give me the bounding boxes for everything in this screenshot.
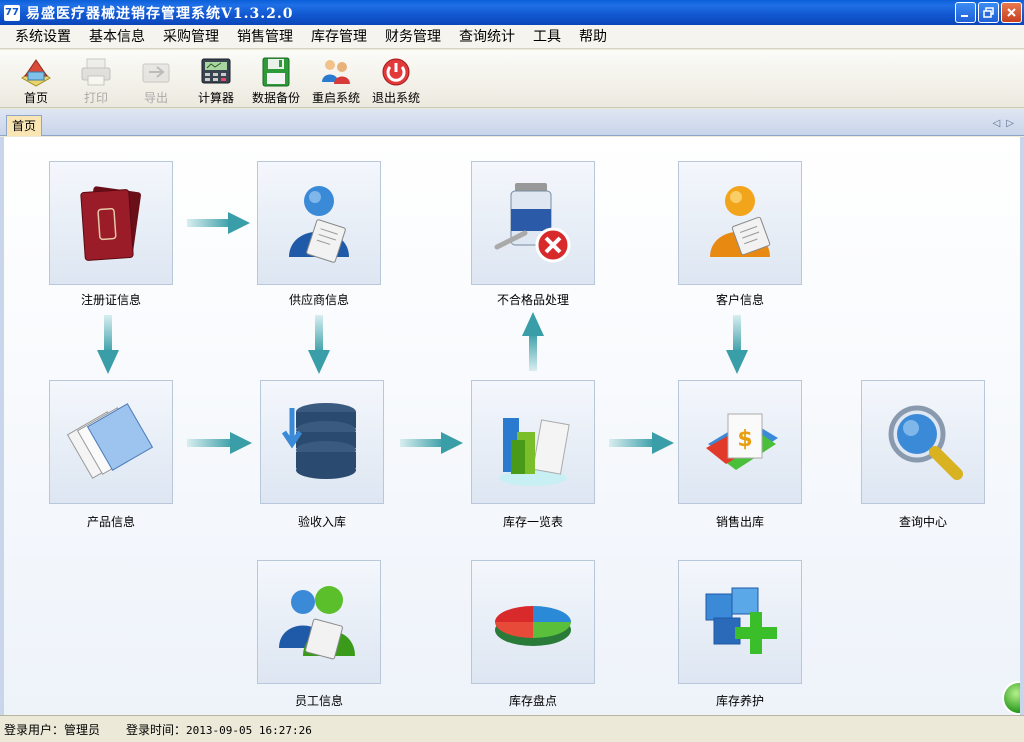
window-title: 易盛医疗器械进销存管理系统V1.3.2.0	[26, 5, 294, 22]
menu-bar: 系统设置 基本信息 采购管理 销售管理 库存管理 财务管理 查询统计 工具 帮助	[0, 25, 1024, 49]
magnifier-icon	[888, 405, 963, 480]
product-label: 产品信息	[86, 515, 135, 529]
pie-chart-icon	[495, 606, 571, 646]
restore-icon	[983, 7, 994, 18]
sales-out-tile[interactable]: $	[678, 380, 802, 504]
receiving-tile[interactable]	[260, 380, 384, 504]
printer-icon	[79, 56, 113, 88]
inventory-list-label: 库存一览表	[502, 515, 563, 529]
menu-tools[interactable]: 工具	[524, 25, 570, 49]
close-icon	[1007, 8, 1016, 17]
supplier-tile[interactable]	[257, 161, 381, 285]
title-bar: 77 易盛医疗器械进销存管理系统V1.3.2.0	[0, 0, 1024, 25]
inventory-chart-icon	[499, 418, 570, 486]
menu-help[interactable]: 帮助	[570, 25, 616, 49]
arrow-inventory-to-sales	[609, 432, 674, 454]
customer-label: 客户信息	[715, 293, 764, 307]
employee-tile[interactable]	[257, 560, 381, 684]
registration-tile[interactable]	[49, 161, 173, 285]
supplier-user-icon	[289, 186, 349, 263]
database-icon	[281, 403, 356, 479]
tab-scroll-right-icon[interactable]: ▷	[1006, 118, 1014, 129]
login-time: 登录时间：2013-09-05 16:27:26	[126, 722, 312, 737]
close-button[interactable]	[1001, 2, 1022, 23]
minimize-button[interactable]	[955, 2, 976, 23]
inventory-list-tile[interactable]	[471, 380, 595, 504]
arrow-product-to-receiving	[187, 432, 252, 454]
tab-strip: 首页 ◁ ▷	[0, 109, 1024, 136]
product-tile[interactable]	[49, 380, 173, 504]
calculator-button[interactable]: 计算器	[186, 50, 246, 108]
defective-label: 不合格品处理	[496, 293, 569, 307]
app-icon[interactable]: 77	[4, 4, 20, 21]
menu-purchase[interactable]: 采购管理	[154, 25, 228, 49]
registration-label: 注册证信息	[80, 293, 141, 307]
stocktake-label: 库存盘点	[508, 694, 557, 708]
customer-user-icon	[710, 186, 771, 257]
employee-label: 员工信息	[294, 694, 343, 708]
tab-home[interactable]: 首页	[6, 115, 42, 136]
minimize-icon	[961, 15, 968, 17]
home-button[interactable]: 首页	[6, 50, 66, 108]
sales-out-label: 销售出库	[715, 515, 764, 529]
workflow-panel: 注册证信息 供应商信息 不合格品处理 客户信息 产品信息 验收入库 库存一览表 …	[0, 137, 1024, 715]
certificate-icon	[80, 186, 141, 261]
supplier-label: 供应商信息	[288, 293, 349, 307]
restart-button[interactable]: 重启系统	[306, 50, 366, 108]
restore-button[interactable]	[978, 2, 999, 23]
query-center-label: 查询中心	[898, 515, 947, 529]
power-icon	[379, 56, 413, 88]
users-restart-icon	[319, 56, 353, 88]
toolbar: 首页 打印 导出 计算器 数据备份 重启系统 退出系统	[0, 50, 1024, 108]
employees-icon	[279, 586, 355, 660]
defective-tile[interactable]	[471, 161, 595, 285]
arrow-receiving-to-inventory	[400, 432, 463, 454]
floating-green-button[interactable]	[1002, 681, 1020, 715]
arrow-registration-to-product	[97, 315, 119, 374]
export-button[interactable]: 导出	[126, 50, 186, 108]
menu-query-stats[interactable]: 查询统计	[450, 25, 524, 49]
window-controls	[955, 2, 1022, 23]
customer-tile[interactable]	[678, 161, 802, 285]
floppy-disk-icon	[259, 56, 293, 88]
menu-sales[interactable]: 销售管理	[228, 25, 302, 49]
calculator-icon	[199, 56, 233, 88]
menu-system-settings[interactable]: 系统设置	[6, 25, 80, 49]
tab-navigation: ◁ ▷	[993, 118, 1014, 129]
documents-icon	[66, 403, 154, 479]
arrow-supplier-to-receiving	[308, 315, 330, 374]
home-icon	[19, 56, 53, 88]
svg-text:$: $	[737, 427, 752, 452]
arrow-registration-to-supplier	[187, 212, 250, 234]
maintenance-tile[interactable]	[678, 560, 802, 684]
print-button[interactable]: 打印	[66, 50, 126, 108]
defective-vial-icon	[494, 183, 571, 263]
add-storage-icon	[705, 587, 777, 654]
stocktake-tile[interactable]	[471, 560, 595, 684]
login-user: 登录用户：管理员	[4, 722, 101, 737]
menu-finance[interactable]: 财务管理	[376, 25, 450, 49]
backup-button[interactable]: 数据备份	[246, 50, 306, 108]
status-bar: 登录用户：管理员 登录时间：2013-09-05 16:27:26	[0, 715, 1024, 742]
tab-scroll-left-icon[interactable]: ◁	[993, 118, 1001, 129]
exit-button[interactable]: 退出系统	[366, 50, 426, 108]
arrow-customer-to-sales	[726, 315, 748, 374]
menu-basic-info[interactable]: 基本信息	[80, 25, 154, 49]
money-documents-icon: $	[706, 413, 778, 470]
receiving-label: 验收入库	[297, 515, 346, 529]
menu-inventory[interactable]: 库存管理	[302, 25, 376, 49]
arrow-inventory-to-defective	[522, 312, 544, 371]
query-center-tile[interactable]	[861, 380, 985, 504]
maintenance-label: 库存养护	[715, 694, 764, 708]
export-icon	[139, 56, 173, 88]
